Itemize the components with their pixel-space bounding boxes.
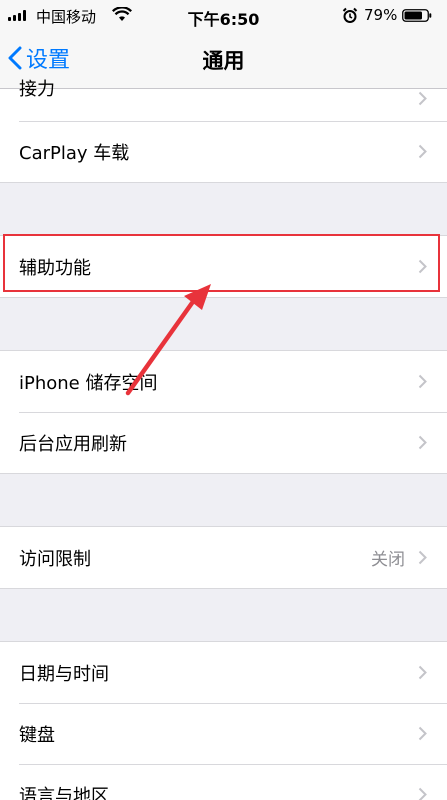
chevron-right-icon [418, 787, 427, 800]
chevron-right-icon [418, 435, 427, 450]
settings-group: 辅助功能 [0, 235, 447, 298]
row-label: 键盘 [19, 724, 55, 746]
row-label: 辅助功能 [19, 257, 91, 279]
row-label: 语言与地区 [19, 785, 109, 800]
row-label: 日期与时间 [19, 663, 109, 685]
status-bar: 中国移动 下午6:50 79% [0, 0, 447, 32]
settings-general-screen: 中国移动 下午6:50 79% 设置 通用 接力 CarPlay 车载 辅助功能… [0, 0, 447, 800]
settings-group: 日期与时间 键盘 语言与地区 [0, 641, 447, 800]
battery-percentage: 79% [364, 6, 398, 24]
chevron-right-icon [418, 726, 427, 741]
settings-row-date-time[interactable]: 日期与时间 [0, 642, 447, 703]
row-label: 后台应用刷新 [19, 433, 127, 455]
navigation-bar: 设置 通用 [0, 32, 447, 89]
battery-icon [402, 9, 432, 22]
settings-row-background-refresh[interactable]: 后台应用刷新 [0, 412, 447, 473]
alarm-icon [342, 7, 358, 23]
settings-row-language-region[interactable]: 语言与地区 [0, 764, 447, 800]
chevron-right-icon [418, 259, 427, 274]
settings-row-handoff[interactable]: 接力 [0, 79, 447, 121]
settings-group: 访问限制 关闭 [0, 526, 447, 589]
row-label: 接力 [19, 79, 55, 100]
settings-row-iphone-storage[interactable]: iPhone 储存空间 [0, 351, 447, 412]
row-label: CarPlay 车载 [19, 142, 130, 164]
chevron-right-icon [418, 91, 427, 106]
settings-group: iPhone 储存空间 后台应用刷新 [0, 350, 447, 474]
settings-list: 接力 CarPlay 车载 辅助功能 iPhone 储存空间 后台应用刷新 访问… [0, 79, 447, 800]
settings-row-carplay[interactable]: CarPlay 车载 [0, 121, 447, 182]
chevron-right-icon [418, 374, 427, 389]
row-label: iPhone 储存空间 [19, 372, 158, 394]
row-value: 关闭 [371, 550, 405, 570]
settings-row-restrictions[interactable]: 访问限制 关闭 [0, 527, 447, 588]
page-title: 通用 [202, 49, 245, 73]
settings-row-keyboard[interactable]: 键盘 [0, 703, 447, 764]
chevron-right-icon [418, 665, 427, 680]
chevron-right-icon [418, 550, 427, 565]
chevron-right-icon [418, 144, 427, 159]
row-label: 访问限制 [19, 548, 91, 570]
settings-group: 接力 CarPlay 车载 [0, 79, 447, 183]
settings-row-accessibility[interactable]: 辅助功能 [0, 236, 447, 297]
